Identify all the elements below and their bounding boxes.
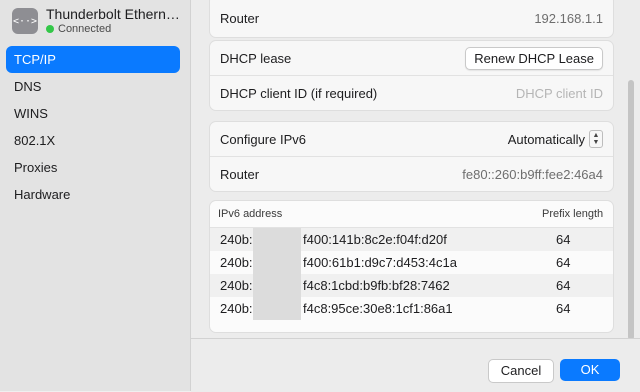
ipv4-router-value: 192.168.1.1 (534, 10, 603, 26)
network-arrows-icon: <··> (12, 8, 38, 34)
ipv6-address-cell: 240b: f4c8:95ce:30e8:1cf1:86a1 (210, 297, 538, 320)
sidebar-item-proxies[interactable]: Proxies (6, 154, 180, 181)
column-header-prefix-length[interactable]: Prefix length (536, 208, 603, 220)
service-name: Thunderbolt Ethern… (46, 6, 180, 22)
ipv6-group: Configure IPv6 Automatically ▲ ▼ Router f… (209, 121, 614, 192)
table-footer-space (210, 320, 613, 332)
service-header: <··> Thunderbolt Ethern… Connected (12, 6, 180, 36)
address-suffix: f400:61b1:d9c7:d453:4c1a (303, 255, 457, 270)
dhcp-client-id-field[interactable]: DHCP client ID (516, 86, 603, 101)
dhcp-client-id-row: DHCP client ID (if required) DHCP client… (210, 75, 613, 110)
sidebar-item-wins[interactable]: WINS (6, 100, 180, 127)
dhcp-lease-label: DHCP lease (220, 50, 292, 66)
status-label: Connected (58, 23, 112, 35)
redacted-block (253, 228, 301, 251)
address-suffix: f4c8:95ce:30e8:1cf1:86a1 (303, 301, 453, 316)
address-prefix: 240b: (220, 301, 253, 316)
column-header-ipv6-address[interactable]: IPv6 address (210, 208, 536, 220)
sidebar-item-dns[interactable]: DNS (6, 73, 180, 100)
redacted-block (253, 297, 301, 320)
table-body: 240b: f400:141b:8c2e:f04f:d20f 64 240b: f4… (210, 228, 613, 320)
ipv6-router-row: Router fe80::260:b9ff:fee2:46a4 (210, 156, 613, 191)
status-dot-icon (46, 25, 54, 33)
service-status: Connected (46, 22, 180, 36)
prefix-length-cell: 64 (556, 301, 571, 316)
address-prefix: 240b: (220, 232, 253, 247)
address-suffix: f4c8:1cbd:b9fb:bf28:7462 (303, 278, 450, 293)
prefix-length-cell: 64 (556, 278, 571, 293)
ipv6-address-cell: 240b: f4c8:1cbd:b9fb:bf28:7462 (210, 274, 538, 297)
ipv4-router-label: Router (220, 10, 260, 26)
ok-button[interactable]: OK (560, 359, 620, 381)
dhcp-client-id-label: DHCP client ID (if required) (220, 85, 378, 101)
ipv6-address-cell: 240b: f400:141b:8c2e:f04f:d20f (210, 228, 538, 251)
table-row[interactable]: 240b: f400:141b:8c2e:f04f:d20f 64 (210, 228, 613, 251)
ipv6-address-table: IPv6 address Prefix length 240b: f400:141… (209, 200, 614, 333)
address-prefix: 240b: (220, 255, 253, 270)
table-row[interactable]: 240b: f4c8:1cbd:b9fb:bf28:7462 64 (210, 274, 613, 297)
ipv4-router-row: Router 192.168.1.1 (210, 0, 613, 37)
ipv6-router-label: Router (220, 166, 260, 182)
sidebar-nav: TCP/IP DNS WINS 802.1X Proxies Hardware (6, 46, 180, 208)
redacted-block (253, 251, 301, 274)
dhcp-lease-row: DHCP lease Renew DHCP Lease (210, 41, 613, 75)
dhcp-group: DHCP lease Renew DHCP Lease DHCP client … (209, 40, 614, 111)
configure-ipv6-select[interactable]: Automatically ▲ ▼ (508, 130, 603, 148)
sidebar-item-tcpip[interactable]: TCP/IP (6, 46, 180, 73)
sidebar: <··> Thunderbolt Ethern… Connected TCP/I… (0, 0, 191, 391)
up-down-chevron-icon: ▲ ▼ (589, 130, 603, 148)
table-header: IPv6 address Prefix length (210, 201, 613, 228)
dialog-footer: Cancel OK (191, 338, 640, 392)
table-row[interactable]: 240b: f4c8:95ce:30e8:1cf1:86a1 64 (210, 297, 613, 320)
ipv6-address-cell: 240b: f400:61b1:d9c7:d453:4c1a (210, 251, 538, 274)
ipv4-router-group: Router 192.168.1.1 (209, 0, 614, 38)
configure-ipv6-label: Configure IPv6 (220, 131, 306, 147)
vertical-scrollbar[interactable] (628, 80, 634, 340)
address-suffix: f400:141b:8c2e:f04f:d20f (303, 232, 447, 247)
ipv6-router-value: fe80::260:b9ff:fee2:46a4 (462, 166, 603, 182)
cancel-button[interactable]: Cancel (488, 359, 554, 383)
sidebar-item-8021x[interactable]: 802.1X (6, 127, 180, 154)
configure-ipv6-value: Automatically (507, 131, 585, 147)
sidebar-item-hardware[interactable]: Hardware (6, 181, 180, 208)
address-prefix: 240b: (220, 278, 253, 293)
renew-dhcp-lease-button[interactable]: Renew DHCP Lease (465, 46, 603, 70)
main-panel: Router 192.168.1.1 DHCP lease Renew DHCP… (191, 0, 640, 392)
table-row[interactable]: 240b: f400:61b1:d9c7:d453:4c1a 64 (210, 251, 613, 274)
prefix-length-cell: 64 (556, 255, 571, 270)
redacted-block (253, 274, 301, 297)
prefix-length-cell: 64 (556, 232, 571, 247)
configure-ipv6-row: Configure IPv6 Automatically ▲ ▼ (210, 122, 613, 156)
